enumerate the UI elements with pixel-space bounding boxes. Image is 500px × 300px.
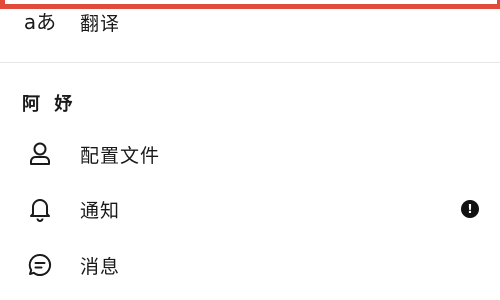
menu-item-profile-label: 配置文件 (80, 144, 161, 167)
menu-item-profile[interactable]: 配置文件 (0, 132, 500, 176)
chat-bubble-icon (26, 251, 54, 279)
menu-item-notifications[interactable]: 通知 ! (0, 187, 500, 231)
settings-menu: aあ 翻译 阿 妤 配置文件 通知 ! 消息 (0, 0, 500, 300)
menu-item-messages-label: 消息 (80, 255, 121, 278)
menu-item-notifications-label: 通知 (80, 199, 121, 222)
divider (0, 62, 500, 63)
menu-item-translate[interactable]: aあ 翻译 (0, 0, 500, 44)
menu-item-translate-label: 翻译 (80, 12, 121, 35)
notification-alert-badge: ! (461, 200, 479, 218)
bell-icon (26, 195, 54, 223)
translate-icon: aあ (23, 10, 57, 34)
person-icon (26, 140, 54, 168)
section-title: 阿 妤 (22, 94, 77, 115)
menu-item-messages[interactable]: 消息 (0, 243, 500, 287)
